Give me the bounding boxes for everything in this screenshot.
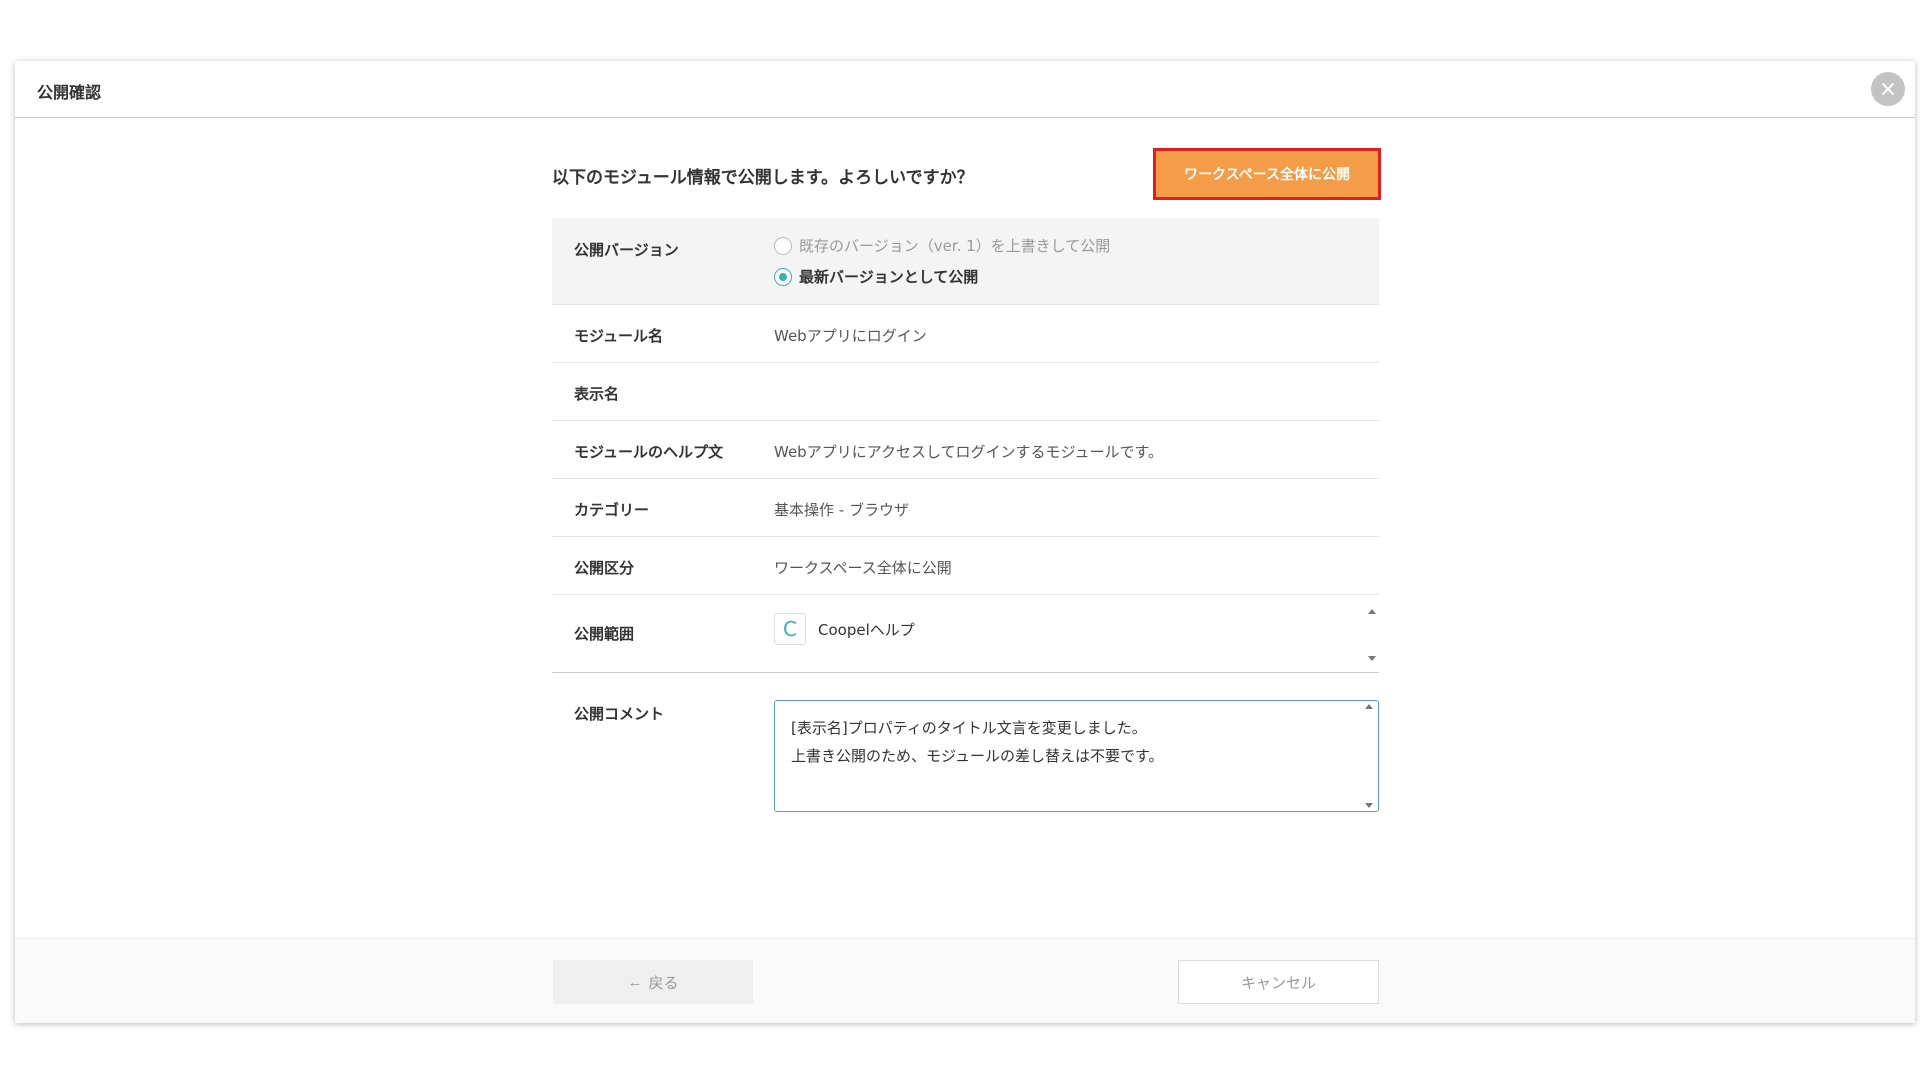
radio-button[interactable] xyxy=(774,267,792,286)
cancel-button[interactable]: キャンセル xyxy=(1178,960,1379,1004)
field-label: カテゴリー xyxy=(574,501,650,519)
scroll-up-icon[interactable] xyxy=(1365,704,1373,709)
scope-item-name: Coopelヘルプ xyxy=(818,620,915,639)
display-name-row: 表示名 xyxy=(552,363,1379,421)
field-value: Webアプリにアクセスしてログインするモジュールです。 xyxy=(774,443,1163,461)
dialog-header: 公開確認 xyxy=(15,61,1915,118)
help-text-row: モジュールのヘルプ文 Webアプリにアクセスしてログインするモジュールです。 xyxy=(552,421,1379,479)
publish-workspace-button[interactable]: ワークスペース全体に公開 xyxy=(1153,148,1381,200)
version-label: 公開バージョン xyxy=(574,241,679,259)
dialog-title: 公開確認 xyxy=(37,83,102,102)
comment-textarea[interactable]: [表示名]プロパティのタイトル文言を変更しました。 上書き公開のため、モジュール… xyxy=(774,700,1379,812)
field-label: モジュール名 xyxy=(574,327,663,345)
scroll-down-icon[interactable] xyxy=(1365,803,1373,808)
radio-overwrite-version[interactable]: 既存のバージョン（ver. 1）を上書きして公開 xyxy=(774,235,1110,256)
version-row: 公開バージョン 既存のバージョン（ver. 1）を上書きして公開 最新バージョン… xyxy=(552,218,1379,305)
scroll-down-icon[interactable] xyxy=(1368,656,1376,661)
radio-label: 最新バージョンとして公開 xyxy=(799,268,979,286)
comment-label: 公開コメント xyxy=(574,705,665,723)
field-label: 公開区分 xyxy=(574,559,635,577)
close-button[interactable] xyxy=(1871,72,1905,106)
scope-item: C Coopelヘルプ xyxy=(774,613,915,645)
publish-scope-row: 公開範囲 C Coopelヘルプ xyxy=(552,595,1379,673)
radio-label: 既存のバージョン（ver. 1）を上書きして公開 xyxy=(799,237,1111,255)
field-value: 基本操作 - ブラウザ xyxy=(774,501,909,519)
radio-button[interactable] xyxy=(774,236,792,255)
confirm-question: 以下のモジュール情報で公開します。よろしいですか？ xyxy=(552,168,974,188)
scope-scrollbar[interactable] xyxy=(1367,609,1377,661)
publish-type-row: 公開区分 ワークスペース全体に公開 xyxy=(552,537,1379,595)
arrow-left-icon: ← xyxy=(627,973,643,991)
field-label: モジュールのヘルプ文 xyxy=(574,443,723,461)
module-name-row: モジュール名 Webアプリにログイン xyxy=(552,305,1379,363)
field-value: ワークスペース全体に公開 xyxy=(774,559,952,577)
scroll-up-icon[interactable] xyxy=(1368,609,1376,614)
dialog-footer: ← 戻る キャンセル xyxy=(15,938,1915,1023)
comment-scrollbar[interactable] xyxy=(1364,704,1374,808)
back-button-label: 戻る xyxy=(648,974,679,992)
field-value: Webアプリにログイン xyxy=(774,327,927,345)
field-label: 表示名 xyxy=(574,385,620,403)
field-label: 公開範囲 xyxy=(574,625,635,643)
radio-new-version[interactable]: 最新バージョンとして公開 xyxy=(774,266,978,287)
module-info-table: 公開バージョン 既存のバージョン（ver. 1）を上書きして公開 最新バージョン… xyxy=(552,218,1379,673)
close-icon xyxy=(1882,83,1894,95)
category-row: カテゴリー 基本操作 - ブラウザ xyxy=(552,479,1379,537)
back-button[interactable]: ← 戻る xyxy=(553,960,753,1004)
workspace-logo-icon: C xyxy=(774,613,806,645)
